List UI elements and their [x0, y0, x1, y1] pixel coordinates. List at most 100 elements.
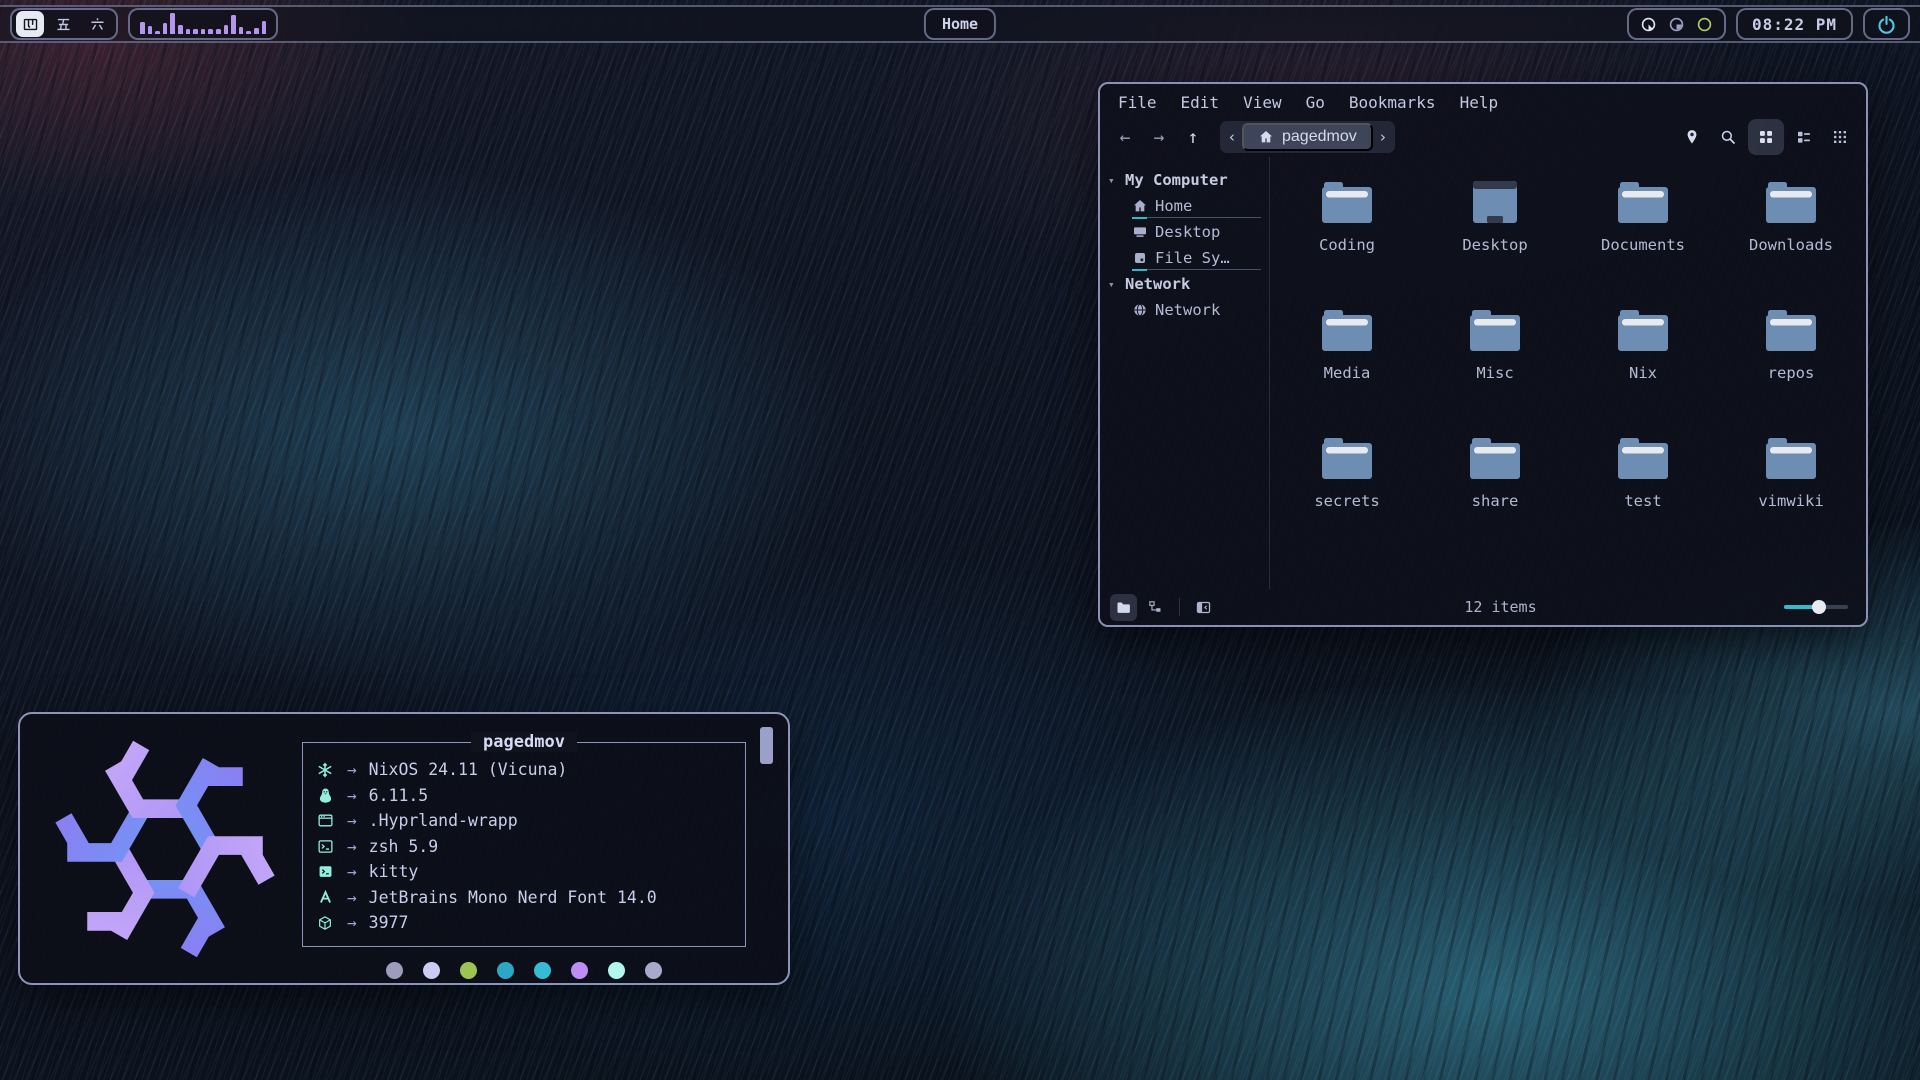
sidebar-group-my-computer[interactable]: ▾ My Computer: [1108, 167, 1269, 193]
folder-secrets[interactable]: secrets: [1273, 425, 1421, 510]
menu-edit[interactable]: Edit: [1181, 93, 1220, 112]
sidebar-item-network[interactable]: Network: [1108, 297, 1269, 323]
shell-icon: [313, 838, 337, 855]
viz-bar: [262, 21, 267, 34]
compact-view-button[interactable]: [1788, 121, 1820, 153]
menu-help[interactable]: Help: [1460, 93, 1499, 112]
viz-bar: [224, 25, 229, 34]
folder-label: repos: [1768, 364, 1815, 382]
sidebar-item-label: Home: [1155, 197, 1192, 215]
folder-icon: [1468, 307, 1522, 353]
search-icon: [1719, 128, 1737, 146]
breadcrumb-path-button[interactable]: pagedmov: [1242, 123, 1373, 151]
up-button[interactable]: ↑: [1178, 123, 1208, 151]
folder-nix[interactable]: Nix: [1569, 297, 1717, 382]
forward-button[interactable]: →: [1144, 123, 1174, 151]
menu-view[interactable]: View: [1243, 93, 1282, 112]
thumbnail-view-button[interactable]: [1824, 121, 1856, 153]
workspace-button-5[interactable]: [48, 11, 78, 37]
slider-thumb[interactable]: [1812, 600, 1826, 614]
location-pin-icon: [1683, 128, 1701, 146]
location-pin-button[interactable]: [1676, 121, 1708, 153]
pie-quarter-icon[interactable]: [1667, 15, 1686, 34]
viz-bar: [208, 29, 213, 34]
sidebar-group-label: Network: [1125, 275, 1190, 293]
terminal-cursor: [760, 727, 773, 764]
nixos-logo: [36, 726, 294, 971]
search-button[interactable]: [1712, 121, 1744, 153]
folder-repos[interactable]: repos: [1717, 297, 1865, 382]
folder-label: secrets: [1314, 492, 1379, 510]
menu-bookmarks[interactable]: Bookmarks: [1349, 93, 1436, 112]
fastfetch-row-os: → NixOS 24.11 (Vicuna): [313, 757, 745, 783]
desktop-icon: [1132, 224, 1148, 240]
icon-view-button[interactable]: [1748, 119, 1784, 155]
back-button[interactable]: ←: [1110, 123, 1140, 151]
folder-label: Misc: [1476, 364, 1513, 382]
breadcrumb-next-button[interactable]: ›: [1373, 128, 1393, 146]
viz-bar: [246, 31, 251, 34]
folder-vimwiki[interactable]: vimwiki: [1717, 425, 1865, 510]
menubar: File Edit View Go Bookmarks Help: [1100, 84, 1866, 117]
workspace-button-4[interactable]: [16, 11, 44, 37]
folder-label: Desktop: [1462, 236, 1527, 254]
menu-go[interactable]: Go: [1306, 93, 1325, 112]
fastfetch-hostname: pagedmov: [471, 732, 577, 752]
grid-view-icon: [1757, 128, 1775, 146]
fastfetch-row-packages: → 3977: [313, 910, 745, 936]
folder-icon: [1764, 435, 1818, 481]
kernel-value: 6.11.5: [369, 786, 429, 805]
toggle-side-pane-button[interactable]: [1190, 594, 1217, 621]
status-bar: 12 items: [1100, 589, 1866, 625]
terminal-icon: [313, 864, 337, 879]
folder-icon: [1764, 307, 1818, 353]
zoom-slider[interactable]: [1784, 600, 1848, 614]
power-icon: [1876, 14, 1897, 35]
sidebar-group-network[interactable]: ▾ Network: [1108, 271, 1269, 297]
show-folders-button[interactable]: [1110, 594, 1137, 621]
workspace-button-6[interactable]: [82, 11, 112, 37]
folder-label: Coding: [1319, 236, 1375, 254]
menu-file[interactable]: File: [1118, 93, 1157, 112]
folder-misc[interactable]: Misc: [1421, 297, 1569, 382]
folder-share[interactable]: share: [1421, 425, 1569, 510]
topbar-right: 08:22 PM: [1627, 8, 1910, 40]
folder-downloads[interactable]: Downloads: [1717, 169, 1865, 254]
font-icon: [313, 889, 337, 906]
sidebar-item-home[interactable]: Home: [1108, 193, 1269, 219]
folder-coding[interactable]: Coding: [1273, 169, 1421, 254]
active-window-title[interactable]: Home: [924, 8, 996, 40]
clock[interactable]: 08:22 PM: [1736, 8, 1853, 40]
breadcrumb-prev-button[interactable]: ‹: [1222, 128, 1242, 146]
file-manager-window: File Edit View Go Bookmarks Help ← → ↑ ‹…: [1098, 82, 1868, 627]
folder-label: vimwiki: [1758, 492, 1823, 510]
ring-icon[interactable]: [1695, 15, 1714, 34]
folder-documents[interactable]: Documents: [1569, 169, 1717, 254]
folder-icon: [1320, 435, 1374, 481]
viz-bar: [178, 25, 183, 34]
power-button[interactable]: [1863, 8, 1910, 40]
folder-icon: [1764, 179, 1818, 225]
viz-bar: [254, 28, 259, 34]
workspace-switcher: [10, 8, 118, 40]
terminal-value: kitty: [369, 862, 419, 881]
show-tree-button[interactable]: [1142, 594, 1169, 621]
fastfetch-row-terminal: → kitty: [313, 859, 745, 885]
sidebar-item-file-system[interactable]: File Sy…: [1108, 245, 1269, 271]
toolbar: ← → ↑ ‹ pagedmov ›: [1100, 117, 1866, 157]
folder-test[interactable]: test: [1569, 425, 1717, 510]
clock-label: 08:22 PM: [1752, 15, 1837, 34]
window-icon: [313, 812, 337, 829]
viz-bar: [186, 29, 191, 34]
folder-desktop[interactable]: Desktop: [1421, 169, 1569, 254]
sidebar-item-desktop[interactable]: Desktop: [1108, 219, 1269, 245]
fastfetch-row-kernel: → 6.11.5: [313, 783, 745, 809]
folder-media[interactable]: Media: [1273, 297, 1421, 382]
fastfetch-row-wm: → .Hyprland-wrapp: [313, 808, 745, 834]
viz-bar: [170, 13, 175, 34]
breadcrumb: ‹ pagedmov ›: [1220, 121, 1395, 153]
tree-icon: [1147, 599, 1164, 616]
folder-icon: [1616, 435, 1670, 481]
arrow-icon: →: [347, 760, 357, 779]
gauge-ring-icon[interactable]: [1639, 15, 1658, 34]
